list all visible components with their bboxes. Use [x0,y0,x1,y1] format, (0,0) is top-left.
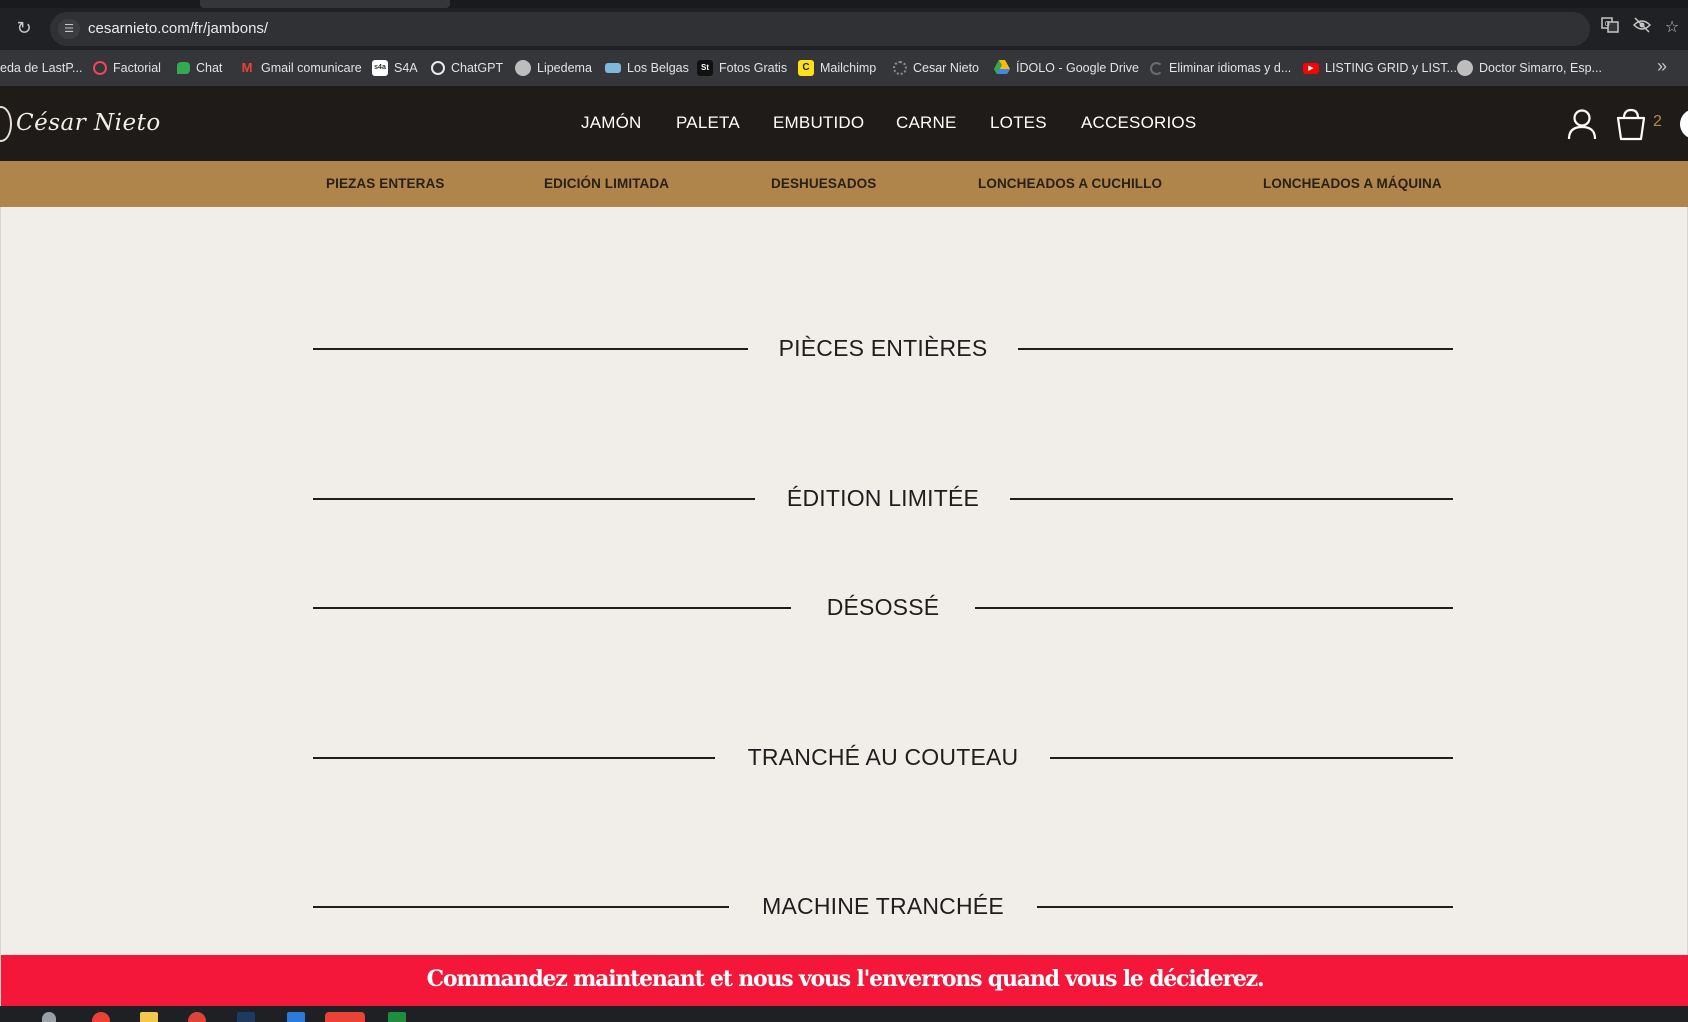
bookmark-item[interactable]: ÍDOLO - Google Drive [994,50,1139,86]
section-heading: MACHINE TRANCHÉE [313,887,1453,927]
bookmark-label: eda de LastP... [0,61,83,75]
subnav-edicion-limitada[interactable]: EDICIÓN LIMITADA [544,176,669,191]
tab-strip [0,0,1688,8]
bookmark-label: LISTING GRID y LIST... [1325,61,1457,75]
bookmark-item[interactable]: ▶ LISTING GRID y LIST... [1303,50,1457,86]
bookmark-label: Lipedema [537,61,592,75]
divider-line [975,607,1453,609]
bookmark-item[interactable]: Doctor Simarro, Esp... [1457,50,1602,86]
chatgpt-icon [431,61,445,75]
vscode-icon[interactable] [287,1012,305,1022]
bookmark-item[interactable]: Factorial [93,50,161,86]
subnav-piezas-enteras[interactable]: PIEZAS ENTERAS [326,176,444,191]
bookmark-label: Factorial [113,61,161,75]
file-explorer-icon[interactable] [140,1012,158,1022]
mailchimp-icon: C [798,60,814,76]
google-drive-icon [994,60,1010,76]
youtube-icon: ▶ [1303,62,1319,74]
divider-line [1010,498,1453,500]
divider-line [1018,348,1453,350]
bookmark-label: ChatGPT [451,61,504,75]
bookmark-item[interactable]: Los Belgas [605,50,689,86]
task-view-icon[interactable] [42,1012,56,1022]
bookmark-label: Eliminar idiomas y d... [1169,61,1292,75]
site-logo[interactable]: César Nieto [16,110,161,136]
shopping-cart-icon[interactable] [1615,107,1647,141]
globe-icon [515,60,531,76]
svg-text:G: G [1605,20,1610,28]
chevron-double-right-icon[interactable]: » [1652,56,1672,77]
globe-icon [1457,60,1473,76]
bookmark-item[interactable]: Eliminar idiomas y d... [1150,50,1291,86]
bookmark-item[interactable]: eda de LastP... [0,50,82,86]
bookmark-label: Los Belgas [627,61,689,75]
sheets-icon[interactable] [388,1012,406,1022]
category-subnav: PIEZAS ENTERAS EDICIÓN LIMITADA DESHUESA… [0,161,1688,207]
bookmark-label: Chat [196,61,223,75]
bookmark-item[interactable]: Cesar Nieto [893,50,979,86]
eye-off-icon[interactable] [1630,16,1654,40]
chat-widget-button[interactable] [1680,109,1688,139]
translate-icon[interactable]: G [1598,16,1622,40]
site-header: César Nieto JAMÓN PALETA EMBUTIDO CARNE … [0,86,1688,161]
subnav-loncheados-cuchillo[interactable]: LONCHEADOS A CUCHILLO [978,176,1162,191]
main-content: PIÈCES ENTIÈRES ÉDITION LIMITÉE DÉSOSSÉ … [0,207,1688,955]
bookmark-item[interactable]: s4a S4A [372,50,418,86]
reload-icon[interactable]: ↻ [14,17,34,39]
promo-text: Commandez maintenant et nous vous l'enve… [426,966,1265,992]
nav-item-accesorios[interactable]: ACCESORIOS [1081,113,1196,133]
factorial-icon [93,61,107,75]
stocksnap-icon: St [697,60,713,76]
bookmark-label: Cesar Nieto [913,61,979,75]
bookmarks-bar: eda de LastP... Factorial Chat M Gmail c… [0,50,1688,86]
bookmark-label: Mailchimp [820,61,877,75]
divider-line [1037,906,1453,908]
logo-emblem [0,106,12,142]
bookmark-label: Gmail comunicare [261,61,362,75]
user-account-icon[interactable] [1567,108,1597,140]
bookmark-item[interactable]: M Gmail comunicare [239,50,362,86]
gmail-icon: M [241,60,253,75]
app-taskbar-icon[interactable] [237,1012,255,1022]
app-taskbar-icon[interactable] [188,1012,206,1022]
active-app-taskbar-icon[interactable] [325,1012,365,1022]
nav-item-paleta[interactable]: PALETA [676,113,740,133]
address-bar[interactable]: ☰ cesarnieto.com/fr/jambons/ [50,12,1590,46]
section-heading: PIÈCES ENTIÈRES [313,329,1453,369]
nav-item-jamon[interactable]: JAMÓN [581,113,642,133]
los-belgas-icon [605,63,621,73]
section-heading: DÉSOSSÉ [313,588,1453,628]
promo-banner: Commandez maintenant et nous vous l'enve… [0,955,1688,1006]
bookmark-label: Fotos Gratis [719,61,788,75]
nav-item-embutido[interactable]: EMBUTIDO [773,113,864,133]
cart-count-badge: 2 [1653,113,1662,130]
bookmark-label: Doctor Simarro, Esp... [1479,61,1602,75]
os-taskbar [0,1006,1688,1022]
bookmark-item[interactable]: C Mailchimp [798,50,876,86]
bookmark-label: ÍDOLO - Google Drive [1016,61,1139,75]
nav-item-lotes[interactable]: LOTES [990,113,1047,133]
bookmark-label: S4A [394,61,418,75]
site-info-icon[interactable]: ☰ [58,19,80,39]
section-heading: ÉDITION LIMITÉE [313,479,1453,519]
loading-icon [1150,61,1163,75]
section-heading: TRANCHÉ AU COUTEAU [313,738,1453,778]
star-icon[interactable]: ☆ [1660,16,1684,40]
bookmark-item[interactable]: Lipedema [515,50,592,86]
nav-item-carne[interactable]: CARNE [896,113,957,133]
subnav-deshuesados[interactable]: DESHUESADOS [771,176,876,191]
cesar-nieto-icon [893,61,907,75]
chrome-taskbar-icon[interactable] [92,1012,110,1022]
url-text[interactable]: cesarnieto.com/fr/jambons/ [88,20,268,37]
active-tab[interactable] [200,0,450,8]
subnav-loncheados-maquina[interactable]: LONCHEADOS A MÁQUINA [1263,176,1442,191]
bookmark-item[interactable]: St Fotos Gratis [697,50,787,86]
bookmark-item[interactable]: ChatGPT [431,50,503,86]
bookmark-item[interactable]: Chat [177,50,222,86]
divider-line [1050,757,1453,759]
s4a-icon: s4a [372,60,388,76]
google-chat-icon [177,62,190,74]
